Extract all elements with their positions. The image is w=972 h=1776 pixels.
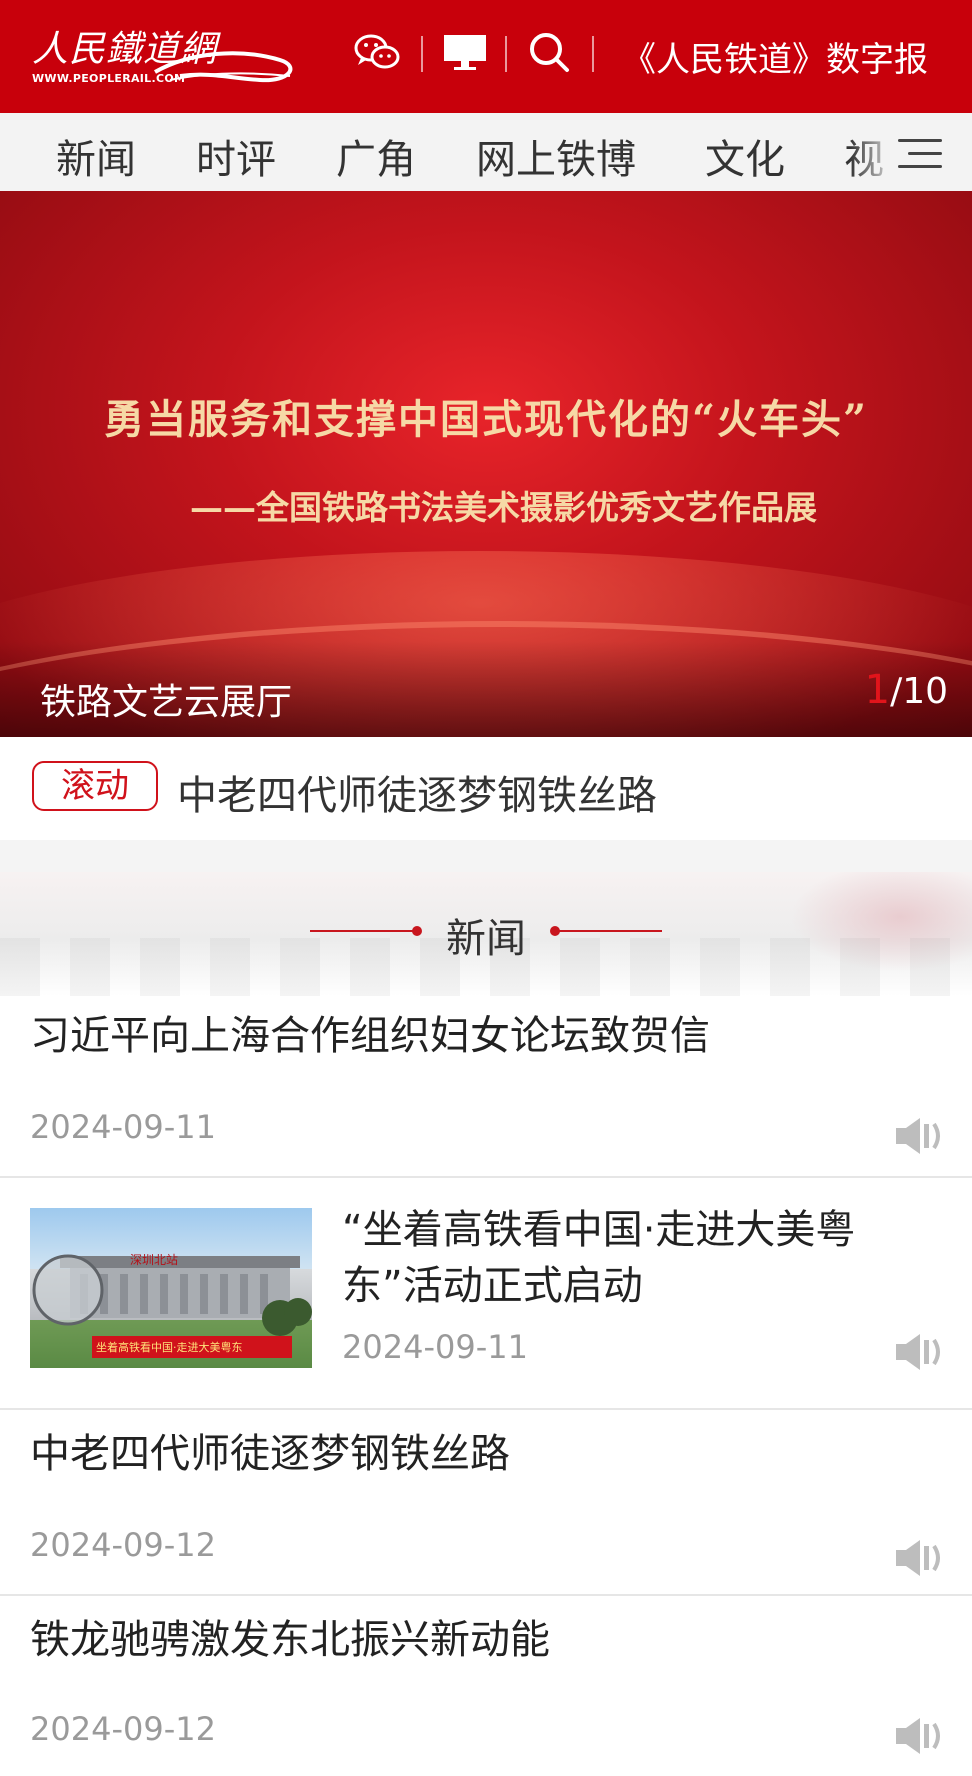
news-title-line-2[interactable]: 东”活动正式启动	[342, 1256, 643, 1316]
hero-carousel[interactable]: 勇当服务和支撑中国式现代化的“火车头” ——全国铁路书法美术摄影优秀文艺作品展 …	[0, 191, 972, 737]
section-divider-right	[552, 930, 662, 932]
news-thumbnail[interactable]: 深圳北站 坐着高铁看中国·走进大美粤东	[30, 1208, 312, 1368]
nav-item-wide-angle[interactable]: 广角	[336, 127, 416, 185]
menu-icon[interactable]	[898, 137, 942, 171]
nav-item-news[interactable]: 新闻	[56, 127, 136, 185]
banner-caption[interactable]: 铁路文艺云展厅	[40, 673, 292, 725]
nav-item-commentary[interactable]: 时评	[196, 127, 276, 185]
rolling-headline[interactable]: 中老四代师徒逐梦钢铁丝路	[177, 763, 657, 821]
news-list-item[interactable]: 习近平向上海合作组织妇女论坛致贺信 2024-09-11	[0, 996, 972, 1178]
carousel-current-index: 1	[864, 667, 891, 713]
news-title[interactable]: 中老四代师徒逐梦钢铁丝路	[30, 1424, 510, 1484]
news-title[interactable]: 铁龙驰骋激发东北振兴新动能	[30, 1610, 550, 1670]
news-section-header: 新闻	[0, 872, 972, 996]
carousel-counter: 1/10	[865, 667, 948, 713]
news-title[interactable]: 习近平向上海合作组织妇女论坛致贺信	[30, 1006, 710, 1066]
header-divider	[592, 36, 594, 72]
thumbnail-sign-text: 深圳北站	[130, 1253, 178, 1267]
audio-play-icon[interactable]	[894, 1714, 946, 1758]
search-icon[interactable]	[524, 30, 574, 74]
rolling-news-bar: 滚动 中老四代师徒逐梦钢铁丝路	[0, 737, 972, 840]
banner-subheadline: ——全国铁路书法美术摄影优秀文艺作品展	[190, 488, 817, 527]
rolling-badge: 滚动	[32, 761, 158, 811]
thumbnail-banner-text: 坐着高铁看中国·走进大美粤东	[96, 1340, 243, 1354]
top-header: 人民鐵道網 WWW.PEOPLERAIL.COM 《人民铁道》数字报	[0, 0, 972, 113]
header-divider	[421, 36, 423, 72]
logo-url: WWW.PEOPLERAIL.COM	[32, 72, 186, 85]
thumbnail-station-image: 深圳北站 坐着高铁看中国·走进大美粤东	[32, 1253, 312, 1358]
digital-newspaper-link[interactable]: 《人民铁道》数字报	[622, 32, 928, 81]
audio-play-icon[interactable]	[894, 1114, 946, 1158]
wechat-icon[interactable]	[352, 30, 402, 74]
news-list-item[interactable]: 深圳北站 坐着高铁看中国·走进大美粤东 “坐着高铁看中国·走进大美粤 东”活动正…	[0, 1178, 972, 1410]
news-list-item[interactable]: 铁龙驰骋激发东北振兴新动能 2024-09-12	[0, 1596, 972, 1776]
section-title: 新闻	[446, 916, 526, 962]
banner-headline: 勇当服务和支撑中国式现代化的“火车头”	[103, 396, 868, 443]
channel-nav: 新闻 时评 广角 网上铁博 文化 视	[0, 113, 972, 192]
header-divider	[505, 36, 507, 72]
news-date: 2024-09-12	[30, 1526, 216, 1564]
section-spacer	[0, 840, 972, 872]
news-date: 2024-09-11	[342, 1328, 528, 1366]
nav-item-online-museum[interactable]: 网上铁博	[476, 127, 636, 185]
nav-item-culture[interactable]: 文化	[705, 127, 785, 185]
carousel-total: /10	[890, 671, 948, 712]
site-logo[interactable]: 人民鐵道網 WWW.PEOPLERAIL.COM	[30, 18, 293, 88]
audio-play-icon[interactable]	[894, 1330, 946, 1374]
news-date: 2024-09-11	[30, 1108, 216, 1146]
desktop-icon[interactable]	[440, 30, 490, 74]
news-title-line-1[interactable]: “坐着高铁看中国·走进大美粤	[342, 1200, 855, 1260]
news-list-item[interactable]: 中老四代师徒逐梦钢铁丝路 2024-09-12	[0, 1410, 972, 1596]
news-date: 2024-09-12	[30, 1710, 216, 1748]
audio-play-icon[interactable]	[894, 1536, 946, 1580]
